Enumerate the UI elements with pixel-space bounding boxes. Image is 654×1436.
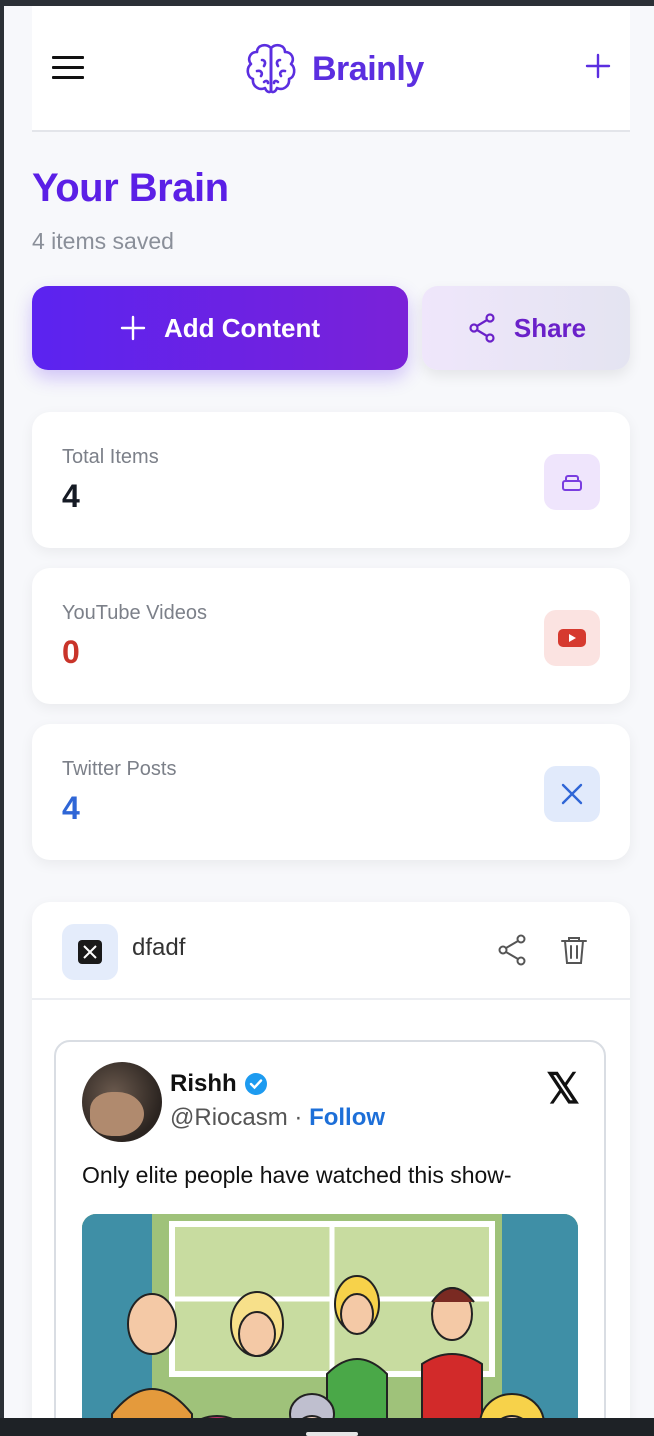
verified-badge-icon (244, 1073, 267, 1095)
youtube-icon (544, 610, 600, 666)
top-header: Brainly (32, 6, 630, 132)
stat-card-total: Total Items 4 (32, 412, 630, 548)
stat-value: 0 (62, 634, 80, 670)
stat-card-youtube: YouTube Videos 0 (32, 568, 630, 704)
author-name: Rishh (170, 1070, 237, 1097)
avatar[interactable] (82, 1062, 162, 1142)
add-icon[interactable] (582, 50, 614, 82)
card-header: dfadf (32, 902, 630, 1000)
page-title: Your Brain (32, 166, 229, 210)
x-icon (544, 766, 600, 822)
items-count: 4 items saved (32, 228, 174, 254)
layers-icon (544, 454, 600, 510)
brand[interactable]: Brainly (242, 40, 424, 98)
add-content-label: Add Content (164, 312, 320, 343)
tweet-text: Only elite people have watched this show… (82, 1162, 512, 1188)
home-indicator[interactable] (306, 1432, 358, 1436)
share-label: Share (513, 312, 587, 343)
separator: · (294, 1104, 303, 1131)
stat-label: Twitter Posts (62, 758, 177, 780)
tweet-author[interactable]: Rishh (170, 1070, 269, 1098)
stat-label: Total Items (62, 446, 159, 468)
embedded-tweet[interactable]: Rishh @Riocasm · Follow 𝕏 Only elite peo… (54, 1040, 606, 1418)
content-card: dfadf Rishh @Riocasm · Follow 𝕏 Only eli… (32, 902, 630, 1418)
stat-value: 4 (62, 478, 80, 514)
add-content-button[interactable]: Add Content (32, 286, 408, 370)
brand-name: Brainly (312, 49, 424, 88)
share-icon[interactable] (494, 932, 530, 968)
stat-label: YouTube Videos (62, 602, 207, 624)
x-logo-icon[interactable]: 𝕏 (546, 1064, 580, 1113)
plus-icon (120, 315, 146, 341)
share-icon (469, 313, 495, 343)
app-frame: Brainly Your Brain 4 items saved Add Con… (4, 6, 654, 1418)
author-handle[interactable]: @Riocasm (170, 1104, 288, 1131)
trash-icon[interactable] (556, 932, 592, 968)
card-title: dfadf (132, 934, 186, 961)
x-badge-icon (62, 924, 118, 980)
tweet-handle-row: @Riocasm · Follow (170, 1104, 385, 1132)
brain-logo-icon (246, 43, 296, 94)
stat-card-twitter: Twitter Posts 4 (32, 724, 630, 860)
tweet-image[interactable] (82, 1214, 578, 1418)
share-button[interactable]: Share (422, 286, 630, 370)
system-bottom-bar (0, 1418, 654, 1436)
follow-link[interactable]: Follow (309, 1104, 385, 1131)
stat-value: 4 (62, 790, 80, 826)
hamburger-menu-icon[interactable] (52, 56, 84, 80)
